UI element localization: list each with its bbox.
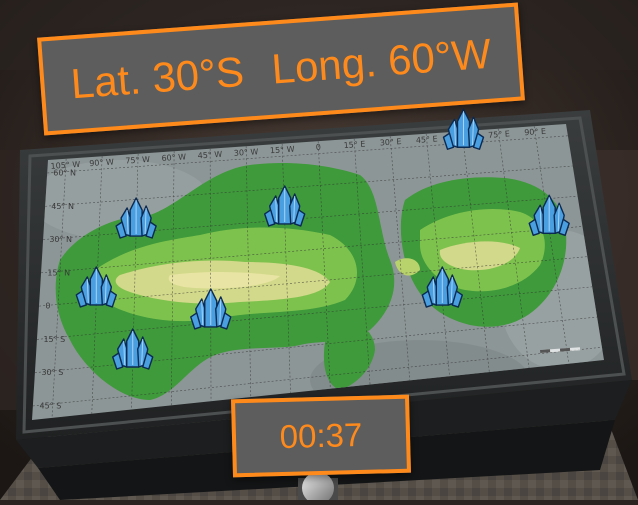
- longitude-tick-label: 90° E: [524, 127, 546, 137]
- game-scene: 105° W 90° W 75° W 60° W 45° W 30° W 15° W 0 15°…: [0, 0, 638, 504]
- longitude-tick-label: 90° W: [89, 157, 114, 168]
- longitude-tick-label: 75° W: [125, 155, 150, 166]
- longitude-tick-label: 15° W: [270, 145, 295, 156]
- latitude-tick-label: 45° S: [40, 401, 62, 410]
- latitude-tick-label: 0: [45, 302, 50, 311]
- longitude-tick-label: 15° E: [343, 140, 365, 150]
- longitude-tick-label: 60° W: [161, 152, 186, 163]
- latitude-tick-label: 15° S: [43, 335, 65, 344]
- timer-readout: 00:37: [279, 415, 363, 456]
- longitude-readout: Long. 60°W: [269, 29, 493, 93]
- latitude-tick-label: 30° N: [49, 235, 72, 244]
- latitude-readout: Lat. 30°S: [69, 47, 246, 108]
- latitude-tick-label: 60° N: [53, 169, 76, 178]
- longitude-tick-label: 45° E: [416, 134, 438, 144]
- longitude-tick-label: 30° E: [379, 137, 401, 147]
- longitude-tick-label: 30° W: [234, 147, 259, 158]
- longitude-tick-label: 75° E: [488, 129, 510, 139]
- timer-display: 00:37: [231, 394, 411, 478]
- latitude-tick-label: 45° N: [51, 202, 74, 211]
- latitude-tick-label: 30° S: [41, 368, 63, 377]
- latitude-tick-label: 15° N: [47, 268, 70, 277]
- longitude-tick-label: 45° W: [197, 150, 222, 161]
- longitude-tick-label: 0: [316, 143, 322, 152]
